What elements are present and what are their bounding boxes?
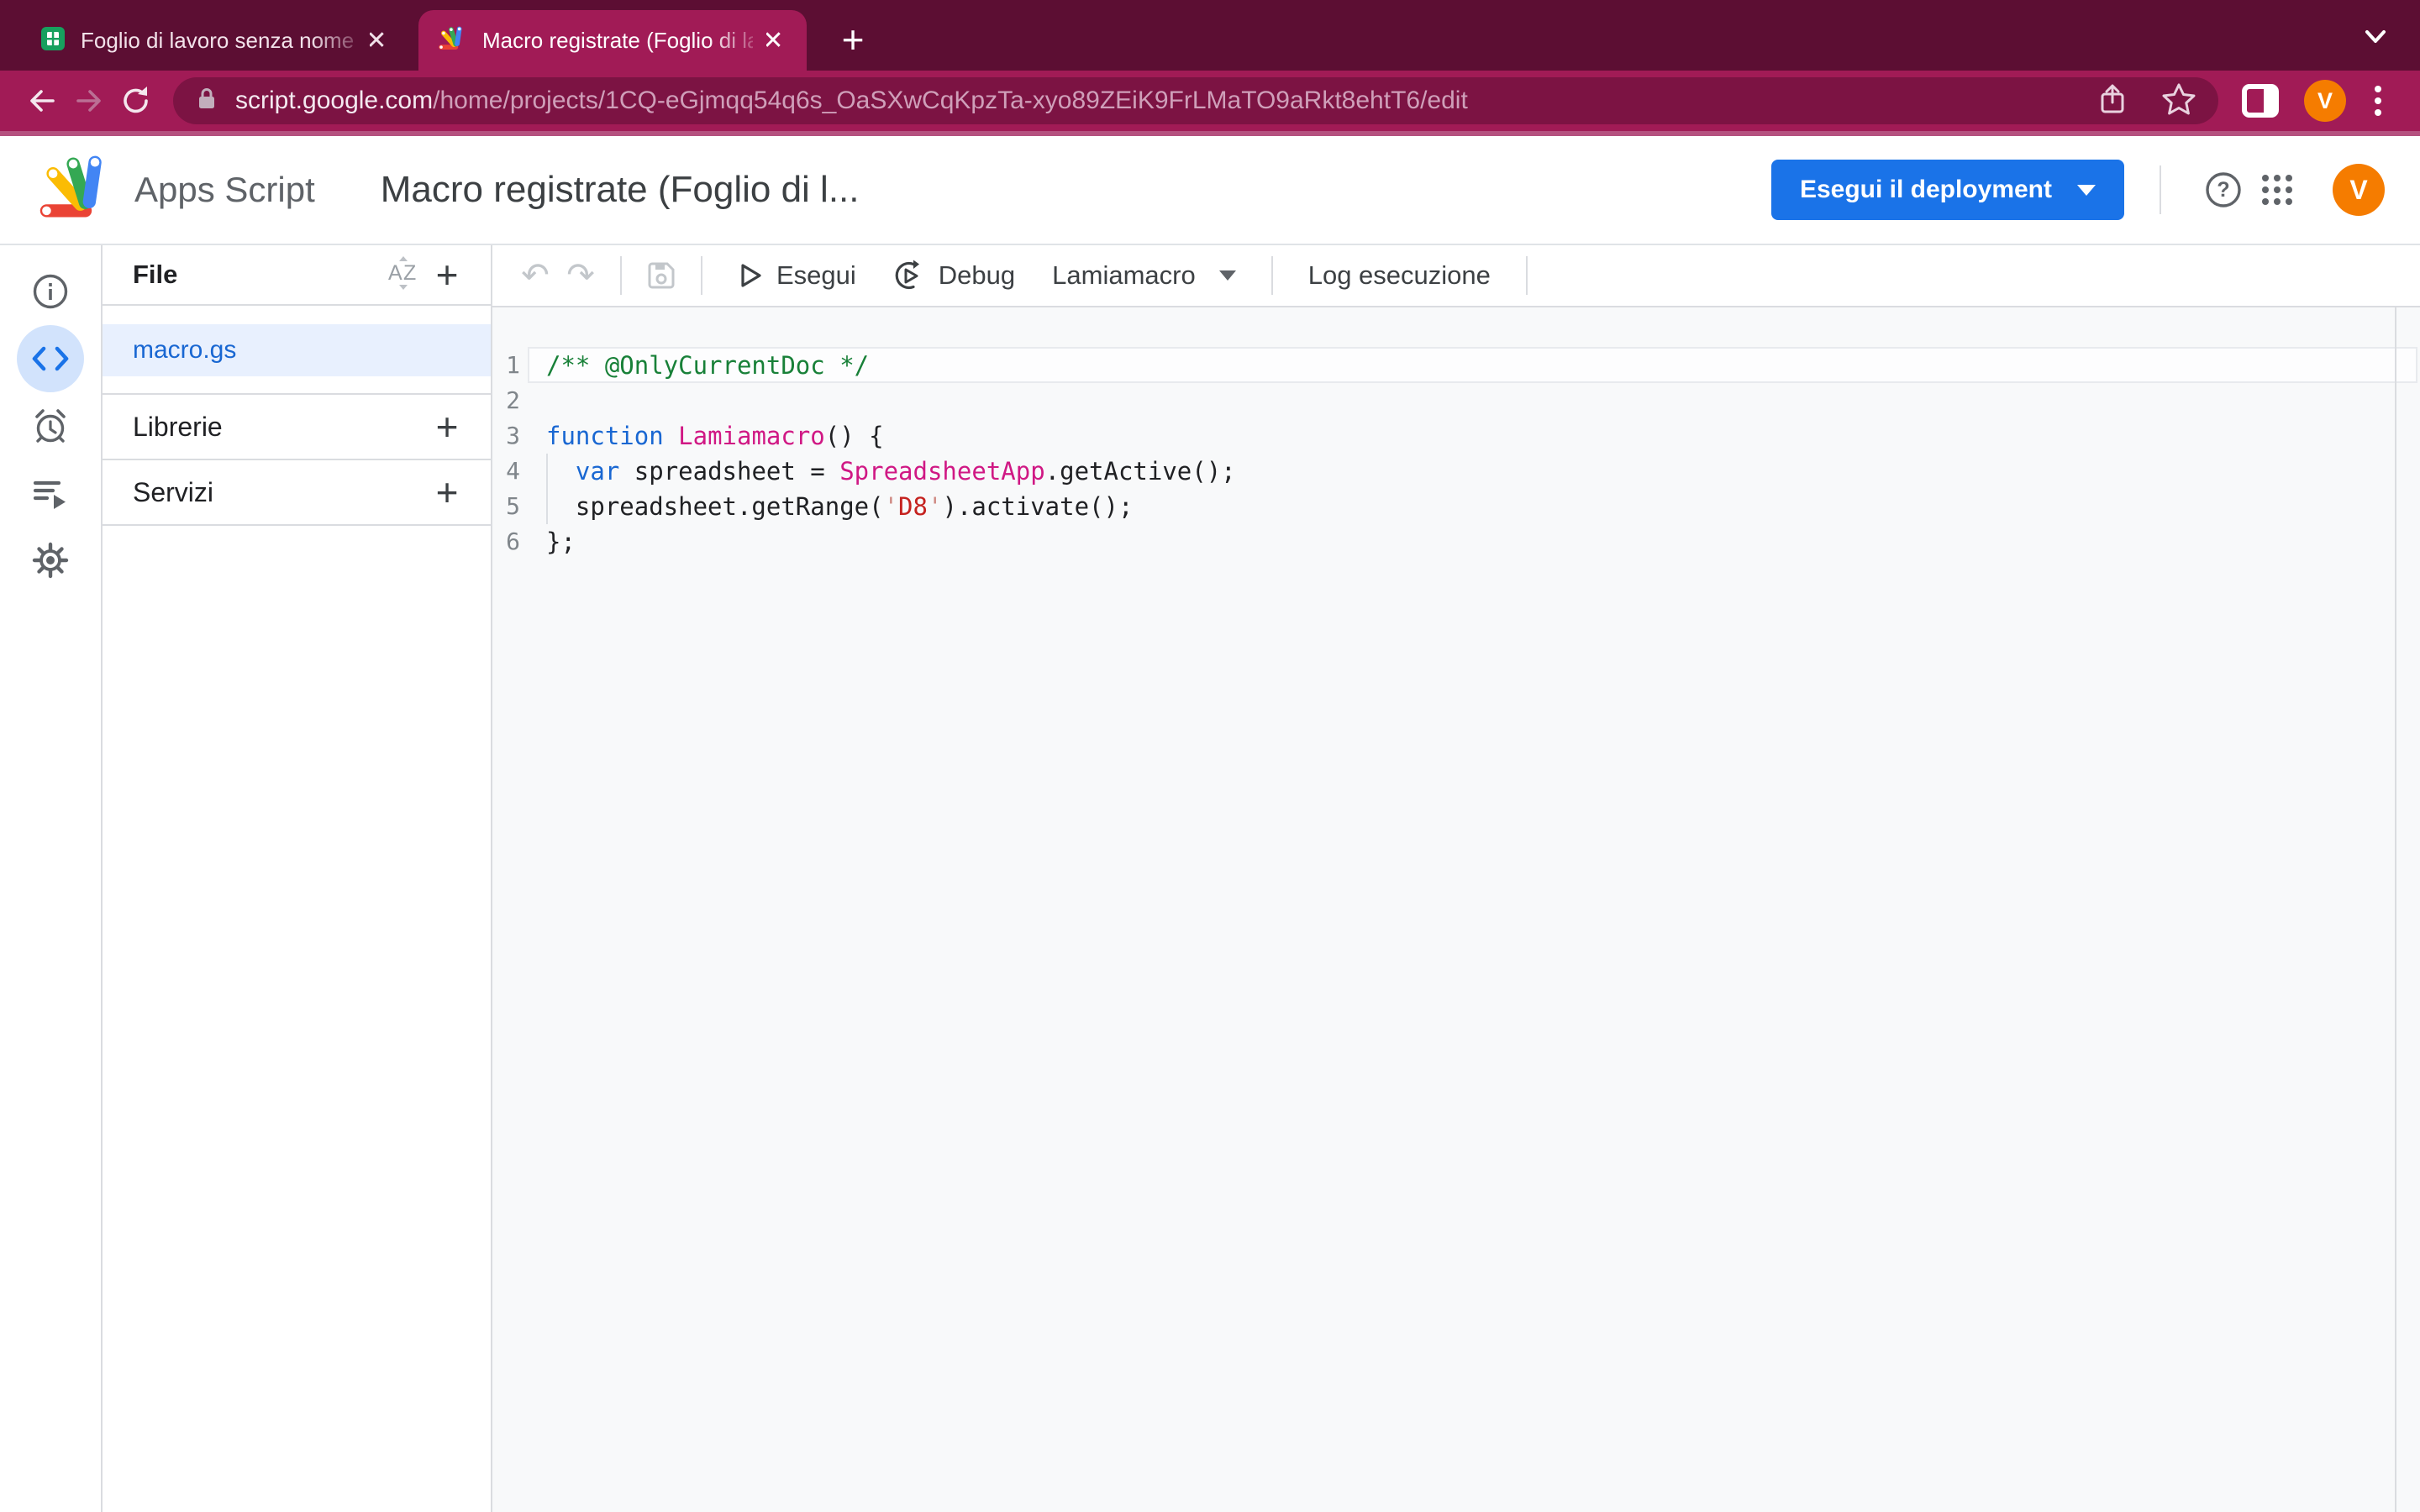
macro-selector-dropdown[interactable]: Lamiamacro [1034, 250, 1255, 301]
project-title[interactable]: Macro registrate (Foglio di l... [381, 169, 860, 211]
share-icon[interactable] [2097, 82, 2128, 120]
browser-tab-sheets[interactable]: Foglio di lavoro senza nome - F ✕ [22, 10, 410, 71]
toolbar-divider [701, 256, 702, 295]
file-panel: File A Z + macro.gs Librerie + Serviz [103, 245, 492, 1512]
editor-scrollbar-track[interactable] [2395, 307, 2396, 1512]
file-panel-title: File [133, 260, 381, 290]
rail-overview-info-icon[interactable] [17, 258, 84, 325]
code-lines[interactable]: /** @OnlyCurrentDoc */ function Lamiamacr… [546, 348, 2386, 559]
back-icon[interactable] [18, 77, 66, 124]
editor-column: ↶ ↷ Esegui Debug Lamiamacro [492, 245, 2420, 1512]
add-library-plus-icon[interactable]: + [425, 404, 469, 449]
url-text: script.google.com/home/projects/1CQ-eGjm… [235, 87, 2077, 115]
save-icon[interactable] [639, 259, 684, 292]
new-tab-button[interactable]: + [829, 15, 877, 64]
svg-text:Z: Z [403, 261, 416, 285]
libraries-section: Librerie + [103, 395, 491, 460]
execution-log-button[interactable]: Log esecuzione [1290, 250, 1509, 301]
add-file-plus-icon[interactable]: + [425, 252, 469, 297]
header-actions: Esegui il deployment ? V [1771, 160, 2385, 220]
url-bar[interactable]: script.google.com/home/projects/1CQ-eGjm… [173, 77, 2218, 124]
code-line: /** @OnlyCurrentDoc */ [546, 348, 2386, 383]
rail-settings-gear-icon[interactable] [17, 527, 84, 594]
browser-menu-icon[interactable] [2354, 77, 2402, 124]
code-line [546, 383, 2386, 418]
undo-icon[interactable]: ↶ [513, 259, 558, 292]
rail-executions-icon[interactable] [17, 459, 84, 527]
google-sheets-icon [40, 26, 66, 55]
apps-script-logo [35, 155, 116, 225]
reload-icon[interactable] [113, 77, 160, 124]
tab-title-fade [708, 10, 766, 71]
add-service-plus-icon[interactable]: + [425, 470, 469, 515]
browser-tab-apps-script[interactable]: Macro registrate (Foglio di lavo ✕ [418, 10, 807, 71]
file-item-macro-gs[interactable]: macro.gs [103, 324, 491, 376]
forward-icon[interactable] [66, 77, 113, 124]
product-name[interactable]: Apps Script [134, 170, 315, 210]
deploy-caret-icon [2077, 185, 2096, 196]
line-numbers: 123456 [492, 348, 520, 559]
bookmark-star-icon[interactable] [2161, 82, 2196, 120]
sort-az-icon[interactable]: A Z [381, 251, 425, 299]
svg-text:A: A [388, 261, 402, 285]
google-apps-grid-icon[interactable] [2250, 163, 2304, 217]
deploy-button[interactable]: Esegui il deployment [1771, 160, 2124, 220]
side-rail [0, 245, 103, 1512]
help-icon[interactable]: ? [2196, 163, 2250, 217]
header-divider [2160, 165, 2161, 214]
svg-text:?: ? [2217, 178, 2229, 202]
browser-avatar[interactable]: V [2304, 80, 2346, 122]
run-button[interactable]: Esegui [719, 250, 875, 301]
code-line: function Lamiamacro() { [546, 418, 2386, 454]
macro-selector-label: Lamiamacro [1052, 260, 1196, 291]
main-content: File A Z + macro.gs Librerie + Serviz [0, 244, 2420, 1512]
apps-script-icon [437, 26, 467, 55]
app-header: Apps Script Macro registrate (Foglio di … [0, 136, 2420, 244]
browser-tab-bar: Foglio di lavoro senza nome - F ✕ Macro … [0, 0, 2420, 71]
code-line: var spreadsheet = SpreadsheetApp.getActi… [546, 454, 2386, 489]
url-domain: script.google.com [235, 87, 433, 114]
account-avatar[interactable]: V [2333, 164, 2385, 216]
execution-log-label: Log esecuzione [1308, 260, 1491, 291]
services-section: Servizi + [103, 460, 491, 526]
toolbar-divider [1271, 256, 1273, 295]
browser-navbar: script.google.com/home/projects/1CQ-eGjm… [0, 71, 2420, 131]
indent-guide [546, 454, 548, 524]
file-list-gap [103, 376, 491, 395]
services-label: Servizi [133, 477, 425, 508]
url-path: /home/projects/1CQ-eGjmqq54q6s_OaSXwCqKp… [433, 87, 1468, 114]
side-panel-icon[interactable] [2237, 77, 2284, 124]
tab-search-chevron-down-icon[interactable] [2360, 25, 2391, 53]
file-panel-header: File A Z + [103, 245, 491, 306]
deploy-button-label: Esegui il deployment [1800, 176, 2052, 204]
browser-window: Foglio di lavoro senza nome - F ✕ Macro … [0, 0, 2420, 1512]
code-editor[interactable]: 123456 /** @OnlyCurrentDoc */ function La… [492, 307, 2420, 1512]
libraries-label: Librerie [133, 412, 425, 443]
run-label: Esegui [776, 260, 856, 291]
rail-triggers-alarm-clock-icon[interactable] [17, 392, 84, 459]
dropdown-caret-icon [1219, 270, 1236, 281]
code-line: }; [546, 524, 2386, 559]
url-bar-actions [2097, 82, 2196, 120]
debug-label: Debug [939, 260, 1015, 291]
debug-button[interactable]: Debug [875, 250, 1034, 301]
toolbar-divider [620, 256, 622, 295]
lock-icon [195, 87, 218, 116]
toolbar-divider [1526, 256, 1528, 295]
code-line: spreadsheet.getRange('D8').activate(); [546, 489, 2386, 524]
redo-icon[interactable]: ↷ [558, 259, 603, 292]
tab-title-fade [311, 10, 370, 71]
editor-toolbar: ↶ ↷ Esegui Debug Lamiamacro [492, 245, 2420, 307]
rail-editor-code-icon[interactable] [17, 325, 84, 392]
